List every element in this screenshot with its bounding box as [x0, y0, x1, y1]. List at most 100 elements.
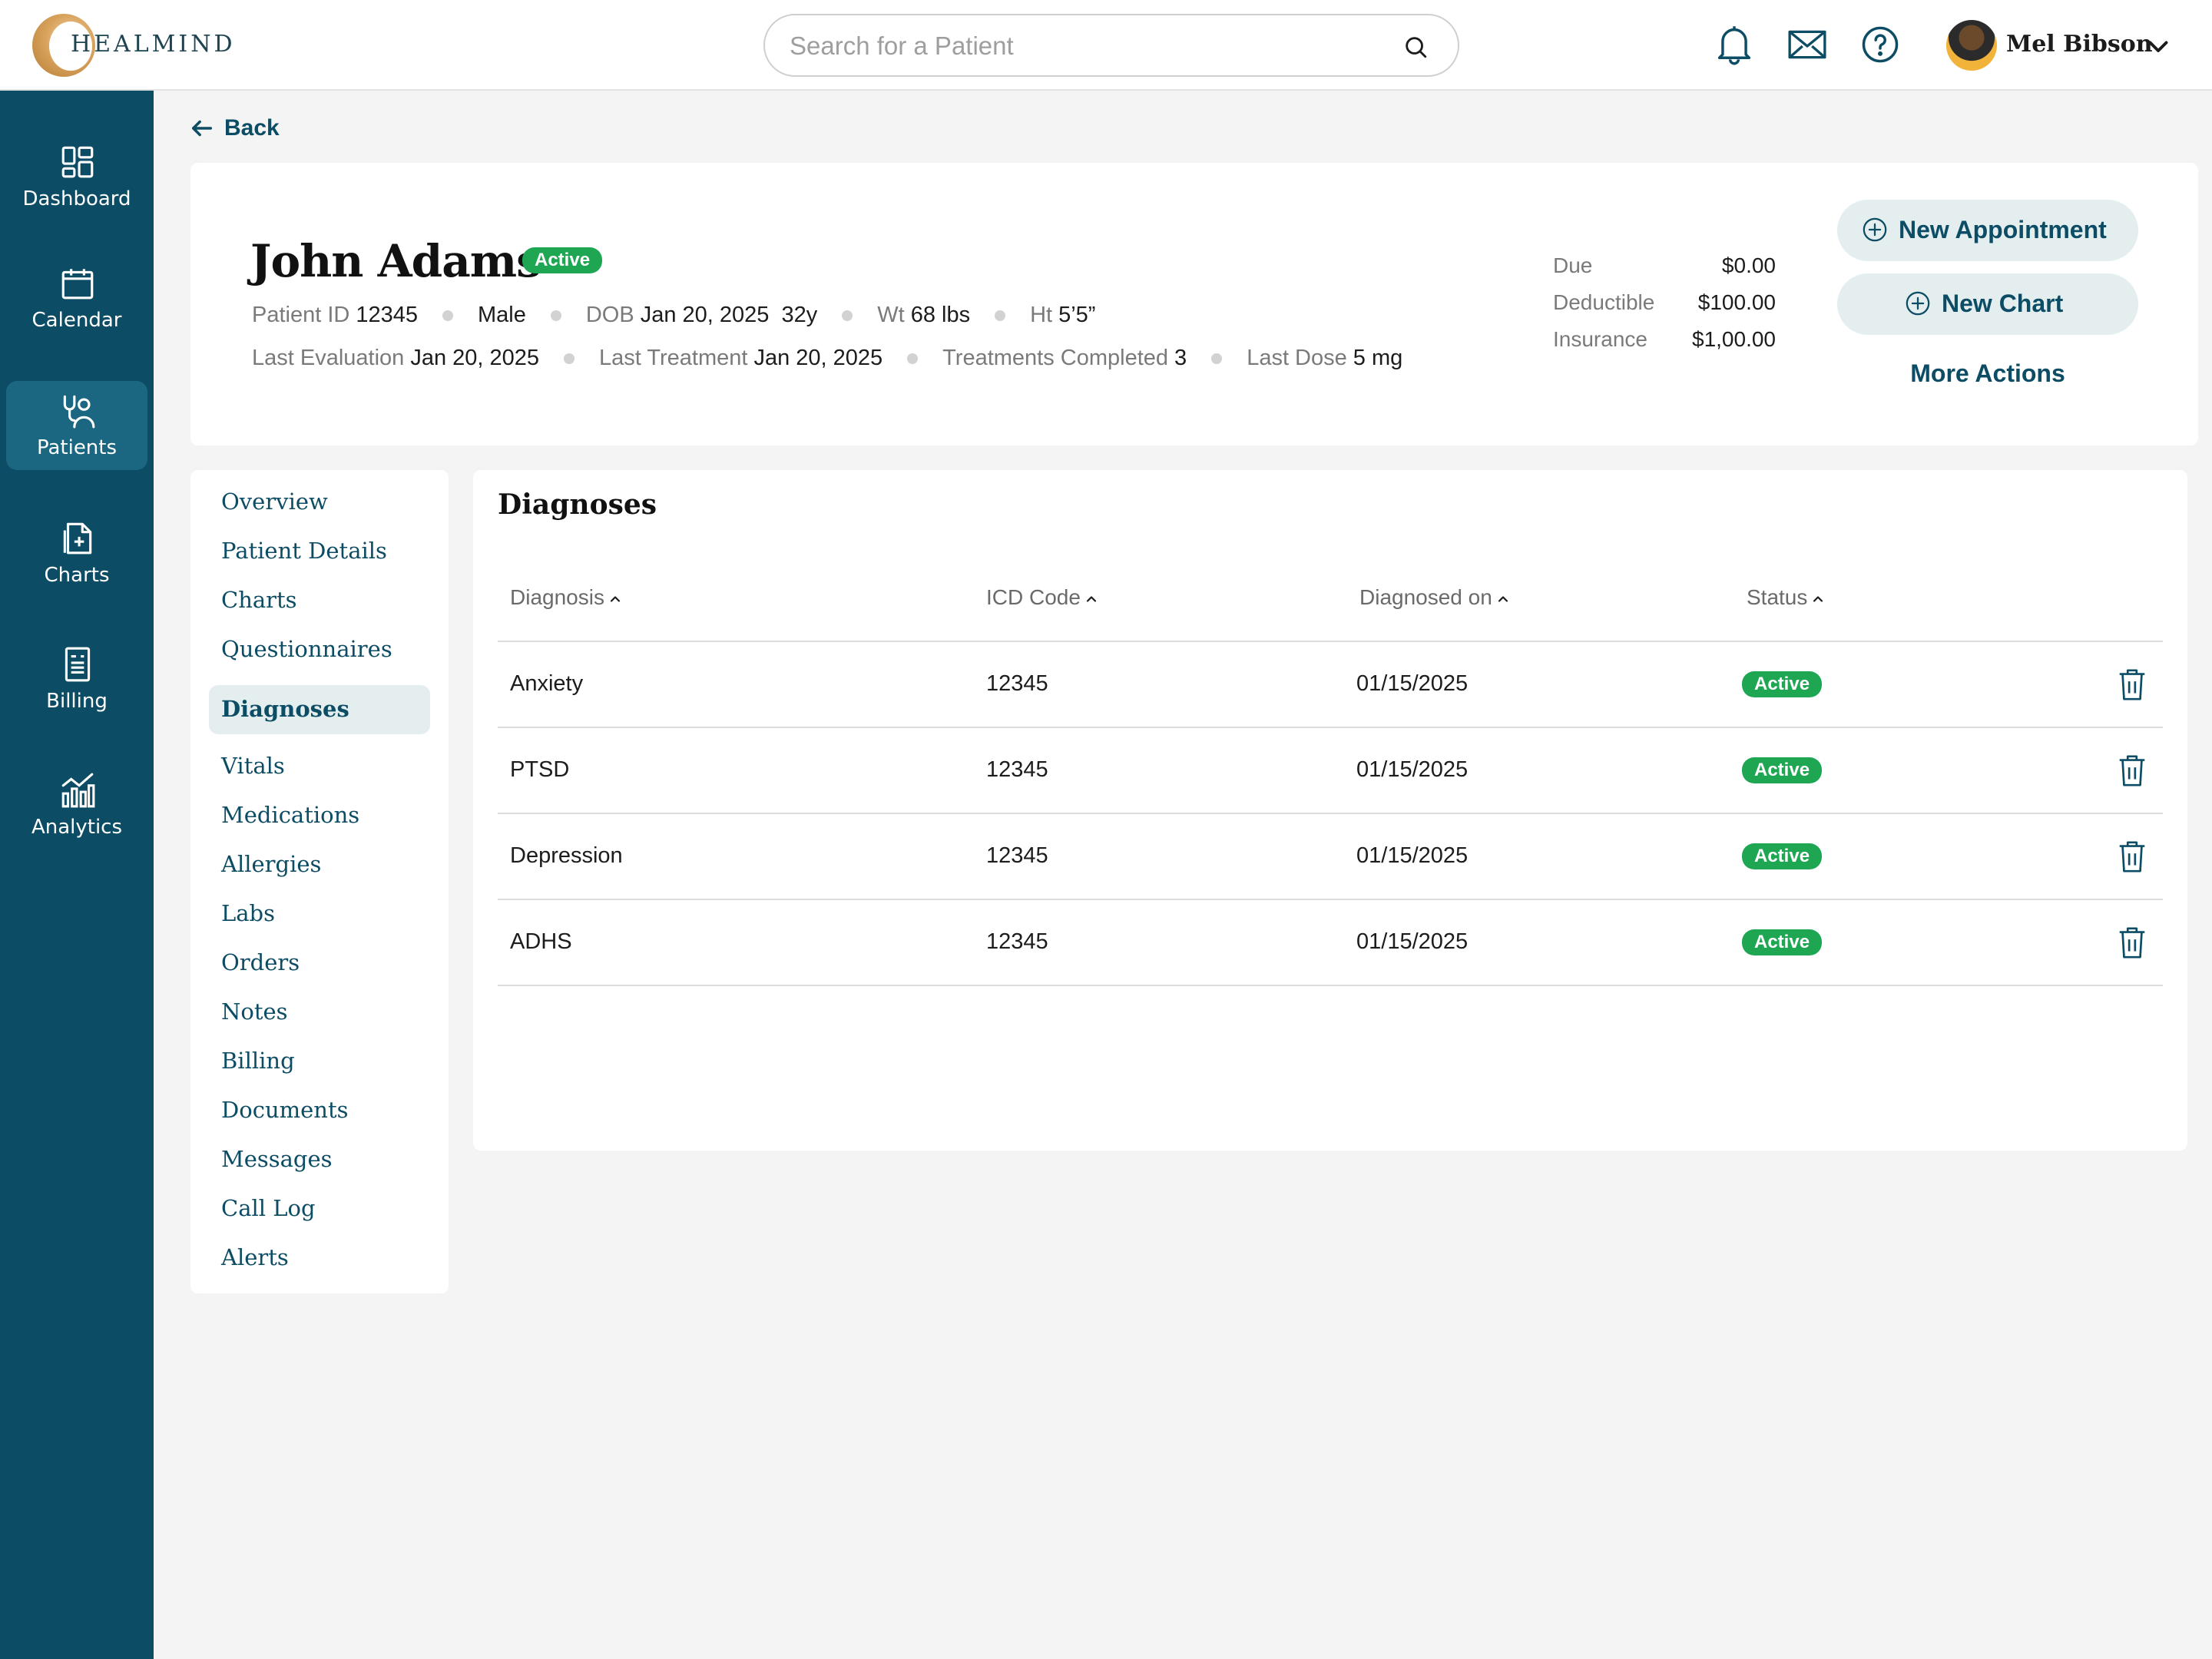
diagnoses-panel: Diagnoses Diagnosis ICD Code Diagnosed o… — [473, 470, 2187, 1151]
subnav-item-diagnoses[interactable]: Diagnoses — [209, 685, 430, 734]
subnav-item-alerts[interactable]: Alerts — [209, 1233, 430, 1283]
diagnosis-cell: PTSD — [510, 757, 570, 782]
search-icon[interactable] — [1402, 34, 1429, 60]
separator-dot — [442, 310, 453, 322]
meta-label: Wt — [877, 303, 905, 327]
subnav-item-charts[interactable]: Charts — [209, 576, 430, 625]
new-appointment-label: New Appointment — [1899, 216, 2107, 243]
delete-trash-icon[interactable] — [2117, 667, 2147, 702]
panel-title: Diagnoses — [498, 488, 657, 521]
subnav-item-overview[interactable]: Overview — [209, 478, 430, 527]
calendar-icon — [61, 269, 94, 300]
subnav-item-billing[interactable]: Billing — [209, 1037, 430, 1086]
diagnosed-on-cell: 01/15/2025 — [1356, 929, 1469, 954]
subnav-item-call-log[interactable]: Call Log — [209, 1184, 430, 1233]
meta-label: Last Treatment — [599, 346, 748, 370]
subnav-item-patient-details[interactable]: Patient Details — [209, 527, 430, 576]
subnav-item-notes[interactable]: Notes — [209, 988, 430, 1037]
column-header-icd-code[interactable]: ICD Code — [986, 585, 1099, 610]
status-badge: Active — [1742, 757, 1823, 783]
separator-dot — [1211, 353, 1223, 365]
sidebar-item-label: Analytics — [31, 816, 123, 839]
logo[interactable]: HEALMIND — [32, 14, 233, 77]
finance-row-insurance: Insurance $1,00.00 — [1553, 327, 1776, 358]
subnav-label: Patient Details — [221, 538, 387, 564]
subnav-item-labs[interactable]: Labs — [209, 889, 430, 939]
arrow-left-icon — [191, 120, 213, 137]
subnav-item-messages[interactable]: Messages — [209, 1135, 430, 1184]
diagnosis-cell: Depression — [510, 843, 623, 868]
meta-label: DOB — [585, 303, 634, 327]
sidebar-item-label: Patients — [36, 436, 118, 459]
sidebar-item-billing[interactable]: Billing — [6, 634, 147, 724]
column-label: ICD Code — [986, 585, 1081, 609]
sidebar-item-charts[interactable]: Charts — [6, 508, 147, 598]
meta-label: Treatments Completed — [942, 346, 1169, 370]
help-icon[interactable] — [1860, 23, 1900, 66]
subnav-label: Call Log — [221, 1195, 316, 1221]
back-label: Back — [224, 115, 280, 141]
brand-name: HEALMIND — [71, 31, 236, 58]
finance-value: $0.00 — [1721, 253, 1776, 277]
delete-trash-icon[interactable] — [2117, 839, 2147, 874]
sidebar-item-dashboard[interactable]: Dashboard — [6, 132, 147, 221]
column-header-diagnosed-on[interactable]: Diagnosed on — [1359, 585, 1511, 610]
finance-label: Insurance — [1553, 327, 1647, 351]
separator-dot — [550, 310, 561, 322]
subnav-item-documents[interactable]: Documents — [209, 1086, 430, 1135]
chevron-down-icon[interactable] — [2144, 32, 2172, 60]
plus-circle-icon — [1906, 291, 1930, 316]
new-chart-label: New Chart — [1942, 290, 2064, 317]
column-label: Diagnosed on — [1359, 585, 1492, 609]
bell-icon[interactable] — [1714, 23, 1754, 66]
column-header-diagnosis[interactable]: Diagnosis — [510, 585, 623, 610]
status-badge: Active — [1742, 929, 1823, 955]
plus-circle-icon — [1863, 217, 1887, 242]
table-divider — [498, 641, 2163, 642]
column-header-status[interactable]: Status — [1747, 585, 1826, 610]
patient-subnav: Overview Patient Details Charts Question… — [190, 470, 449, 1293]
billing-icon — [65, 647, 91, 682]
new-chart-button[interactable]: New Chart — [1837, 273, 2138, 335]
search-input[interactable] — [790, 28, 1389, 65]
back-button[interactable]: Back — [189, 114, 312, 144]
patient-dob: Jan 20, 2025 32y — [640, 303, 818, 327]
icd-code-cell: 12345 — [986, 929, 1048, 954]
icd-code-cell: 12345 — [986, 757, 1048, 782]
subnav-item-allergies[interactable]: Allergies — [209, 840, 430, 889]
subnav-item-medications[interactable]: Medications — [209, 791, 430, 840]
mail-icon[interactable] — [1786, 23, 1828, 66]
delete-trash-icon[interactable] — [2117, 753, 2147, 788]
subnav-label: Notes — [221, 998, 288, 1025]
sidebar-item-patients[interactable]: Patients — [6, 381, 147, 470]
sidebar-item-analytics[interactable]: Analytics — [6, 760, 147, 849]
delete-trash-icon[interactable] — [2117, 925, 2147, 960]
patient-status-badge: Active — [522, 247, 603, 273]
subnav-label: Alerts — [221, 1244, 289, 1270]
avatar — [1946, 20, 1997, 71]
subnav-item-vitals[interactable]: Vitals — [209, 742, 430, 791]
new-appointment-button[interactable]: New Appointment — [1837, 200, 2138, 261]
column-label: Diagnosis — [510, 585, 604, 609]
top-bar: HEALMIND Mel Bibson — [0, 0, 2212, 91]
more-actions-button[interactable]: More Actions — [1837, 359, 2138, 388]
charts-icon — [63, 522, 92, 555]
sidebar-item-label: Dashboard — [22, 187, 131, 210]
finance-row-deductible: Deductible $100.00 — [1553, 290, 1776, 321]
sidebar-item-label: Billing — [46, 690, 108, 713]
row-divider — [498, 899, 2163, 900]
patient-id: 12345 — [356, 303, 418, 327]
subnav-label: Messages — [221, 1146, 333, 1172]
user-menu[interactable]: Mel Bibson — [1946, 18, 2177, 74]
dashboard-icon — [61, 146, 94, 178]
subnav-item-orders[interactable]: Orders — [209, 939, 430, 988]
meta-label: Patient ID — [252, 303, 350, 327]
subnav-item-questionnaires[interactable]: Questionnaires — [209, 625, 430, 674]
icd-code-cell: 12345 — [986, 671, 1048, 696]
subnav-label: Labs — [221, 900, 275, 926]
user-name: Mel Bibson — [2006, 31, 2153, 58]
sidebar-item-calendar[interactable]: Calendar — [6, 253, 147, 343]
subnav-label: Overview — [221, 488, 328, 515]
diagnosis-cell: Anxiety — [510, 671, 584, 696]
column-label: Status — [1747, 585, 1808, 609]
